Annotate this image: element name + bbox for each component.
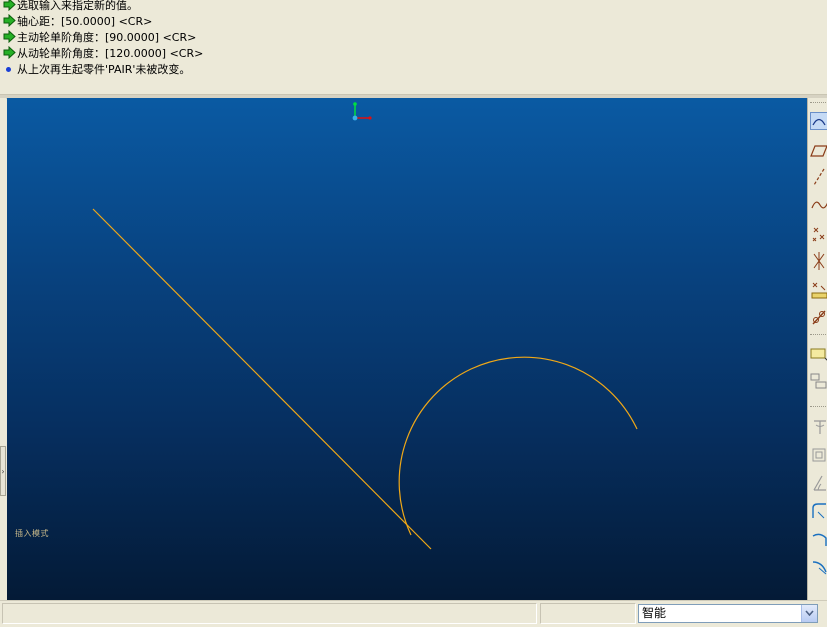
message-line: 选取输入来指定新的值。: [3, 0, 138, 14]
toolbar-separator: [810, 102, 827, 103]
parallelogram-icon[interactable]: [810, 140, 827, 162]
message-line: 从动轮单阶角度：[120.0000] <CR>: [3, 46, 203, 62]
message-line: 从上次再生起零件'PAIR'未被改变。: [3, 62, 190, 78]
toolbar-separator: [810, 406, 827, 407]
expand-panel-button[interactable]: ›: [0, 446, 6, 496]
message-line: 主动轮单阶角度：[90.0000] <CR>: [3, 30, 196, 46]
sketch-toolbar: [807, 98, 827, 600]
curve-icon[interactable]: [810, 556, 827, 578]
dimension-icon[interactable]: [810, 278, 827, 300]
trim-icon[interactable]: [810, 416, 827, 438]
status-indicator-cell: [540, 603, 636, 624]
status-bar: 智能: [0, 600, 827, 627]
sketch-line[interactable]: [93, 209, 431, 549]
chevron-down-icon: [805, 610, 814, 616]
spline-icon[interactable]: [810, 194, 827, 216]
left-panel-splitter[interactable]: ›: [0, 98, 6, 600]
modify-icon[interactable]: [810, 306, 827, 328]
arc-tangent-icon[interactable]: [810, 528, 827, 550]
prompt-arrow-icon: [3, 0, 16, 11]
message-text: 从上次再生起零件'PAIR'未被改变。: [17, 63, 190, 76]
point-icon[interactable]: [810, 222, 827, 244]
message-text: 选取输入来指定新的值。: [17, 0, 138, 12]
prompt-arrow-icon: [3, 46, 16, 59]
constraint-icon[interactable]: [810, 472, 827, 494]
text-icon[interactable]: [810, 342, 827, 364]
mirror-icon[interactable]: [810, 444, 827, 466]
dropdown-button[interactable]: [801, 605, 817, 622]
fillet-icon[interactable]: [810, 500, 827, 522]
message-text: 轴心距：[50.0000] <CR>: [17, 15, 152, 28]
sketch-canvas[interactable]: [7, 98, 807, 600]
chevron-right-icon: ›: [1, 467, 4, 476]
prompt-arrow-icon: [3, 14, 16, 27]
graphics-window[interactable]: 插入模式: [7, 98, 807, 600]
toolbar-separator: [810, 334, 827, 335]
prompt-arrow-icon: [3, 30, 16, 43]
message-area: 选取输入来指定新的值。 轴心距：[50.0000] <CR> 主动轮单阶角度：[…: [0, 0, 827, 94]
sketch-arc[interactable]: [399, 357, 637, 535]
info-dot-icon: [6, 67, 11, 72]
filter-value: 智能: [642, 606, 666, 620]
status-message-cell: [2, 603, 537, 624]
message-text: 主动轮单阶角度：[90.0000] <CR>: [17, 31, 196, 44]
coordinate-triad-icon: [353, 102, 372, 120]
mode-label: 插入模式: [15, 528, 49, 539]
sketch-arc-icon[interactable]: [810, 110, 827, 132]
coordinate-system-icon[interactable]: [810, 250, 827, 272]
centerline-icon[interactable]: [810, 166, 827, 188]
selection-filter-dropdown[interactable]: 智能: [638, 604, 818, 623]
message-text: 从动轮单阶角度：[120.0000] <CR>: [17, 47, 203, 60]
palette-icon[interactable]: [810, 370, 827, 392]
message-line: 轴心距：[50.0000] <CR>: [3, 14, 152, 30]
